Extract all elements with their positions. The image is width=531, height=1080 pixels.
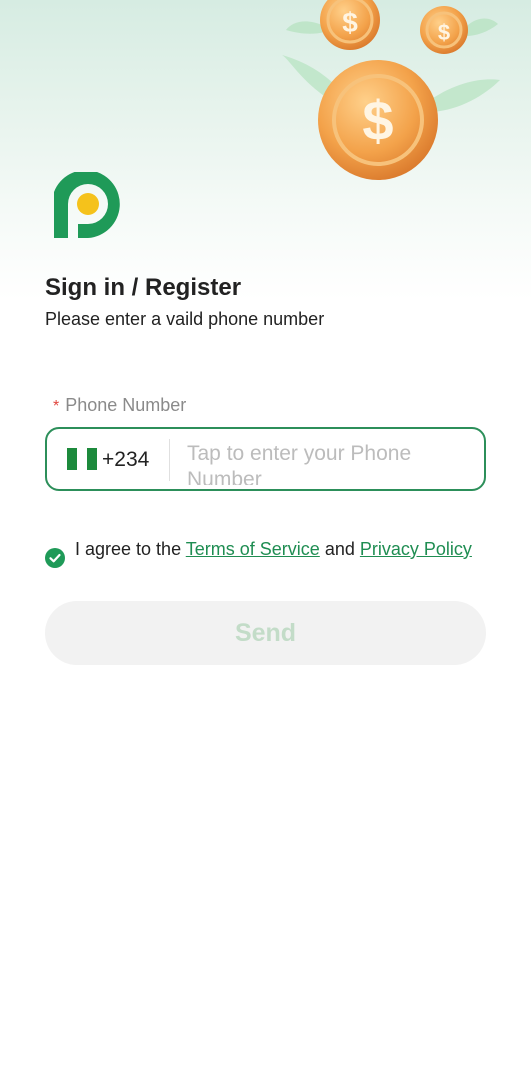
- required-mark: *: [53, 398, 60, 415]
- svg-text:$: $: [438, 20, 450, 45]
- phone-input-field[interactable]: +234 Tap to enter your Phone Number: [45, 427, 486, 491]
- phone-input-placeholder[interactable]: Tap to enter your Phone Number: [187, 441, 467, 485]
- svg-text:$: $: [362, 89, 393, 152]
- send-button[interactable]: Send: [45, 601, 486, 665]
- flying-coins-illustration: $ $ $: [282, 0, 500, 180]
- svg-text:$: $: [342, 7, 358, 38]
- agreement-and: and: [324, 539, 355, 559]
- nigeria-flag-icon[interactable]: [67, 448, 97, 470]
- privacy-policy-link[interactable]: Privacy Policy: [360, 539, 472, 559]
- agreement-prefix: I agree to the: [75, 539, 182, 559]
- page-subtitle: Please enter a vaild phone number: [45, 309, 325, 329]
- terms-of-service-link[interactable]: Terms of Service: [186, 539, 320, 559]
- app-logo: [54, 172, 120, 238]
- agreement-text: I agree to the Terms of Service and Priv…: [75, 538, 475, 560]
- phone-number-label-text: Phone Number: [65, 395, 187, 415]
- phone-number-label: * Phone Number: [53, 395, 186, 416]
- input-divider: [169, 439, 170, 481]
- check-circle-icon[interactable]: [45, 548, 65, 568]
- country-code[interactable]: +234: [102, 448, 149, 472]
- page-title: Sign in / Register: [45, 274, 242, 301]
